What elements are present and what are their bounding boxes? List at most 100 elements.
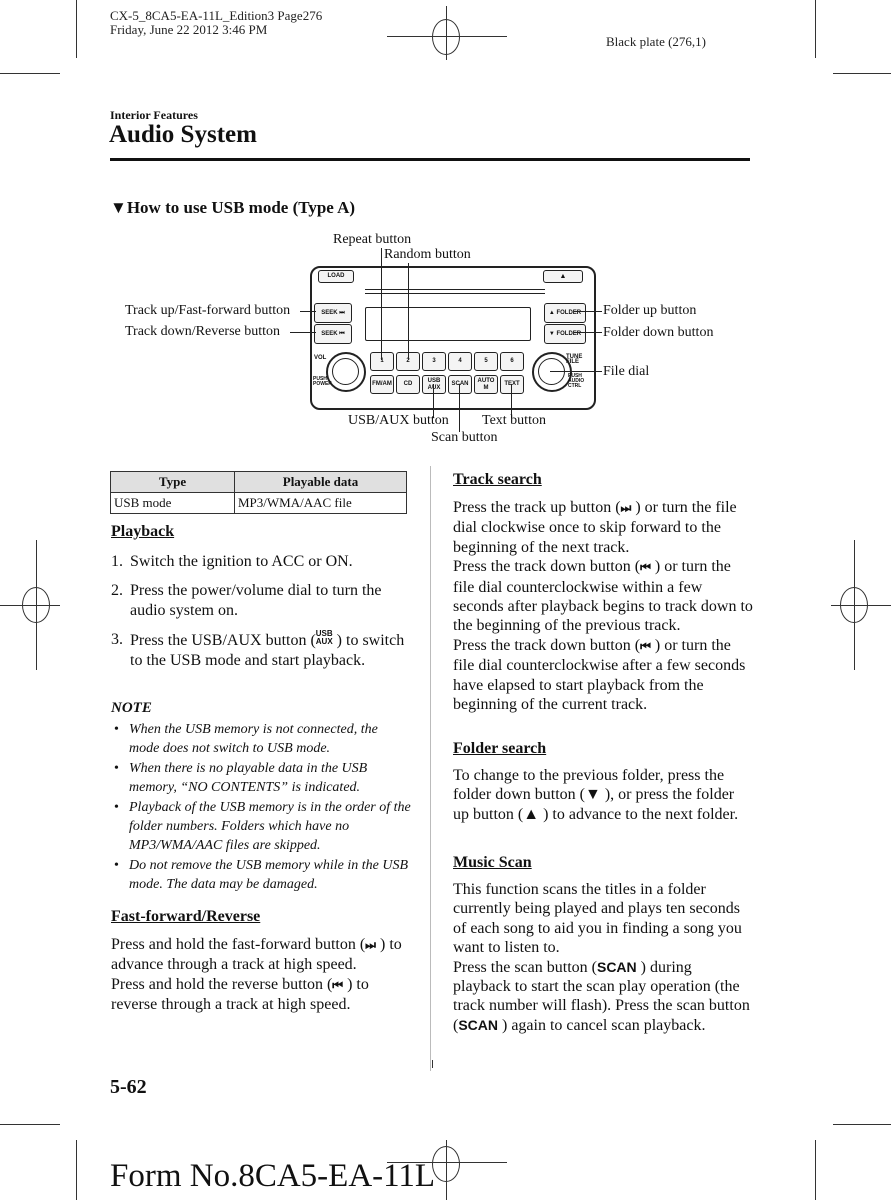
callout-track-up-button: Track up/Fast-forward button	[125, 303, 291, 318]
auto-m-button: AUTO M	[474, 375, 498, 394]
registration-mark	[840, 587, 868, 623]
registration-mark	[432, 1146, 460, 1182]
registration-mark	[432, 19, 460, 55]
registration-mark	[22, 587, 50, 623]
track-up-icon: ⏭	[365, 938, 376, 952]
form-number: Form No.8CA5-EA-11L	[110, 1158, 436, 1194]
usb-aux-icon: USB AUX	[315, 629, 333, 647]
crop-mark	[0, 73, 60, 74]
seek-down-button: SEEK ⏮	[314, 324, 352, 344]
table-header-playable-data: Playable data	[234, 471, 407, 493]
table-row: USB mode MP3/WMA/AAC file	[110, 492, 407, 514]
callout-usb-aux-button: USB/AUX button	[348, 413, 449, 428]
leader-line	[574, 311, 602, 312]
table-header-type: Type	[110, 471, 235, 493]
push-audio-ctrl-label: PUSH AUDIO CTRL	[568, 373, 585, 389]
track-down-icon: ⏮	[640, 638, 651, 653]
triangle-down-icon: ▼	[110, 198, 127, 217]
callout-folder-down-button: Folder down button	[603, 325, 714, 340]
callout-folder-up-button: Folder up button	[603, 303, 697, 318]
volume-dial	[326, 352, 366, 392]
eject-button: ▲	[543, 270, 583, 283]
folder-down-icon: ▼	[584, 786, 601, 804]
playback-steps: 1. Switch the ignition to ACC or ON. 2. Pr…	[111, 552, 411, 680]
leader-line	[381, 248, 382, 360]
table-cell-playable-data: MP3/WMA/AAC file	[234, 492, 407, 514]
track-search-text: Press the track up button (⏭ ) or turn t…	[453, 499, 753, 714]
cd-button: CD	[396, 375, 420, 394]
list-item: 1. Switch the ignition to ACC or ON.	[111, 553, 353, 570]
folder-up-icon: ▲	[523, 805, 540, 823]
crop-mark	[815, 1140, 816, 1200]
subsection-title: How to use USB mode (Type A)	[126, 198, 356, 217]
crop-mark	[76, 1140, 77, 1200]
note-item: • When there is no playable data in the U…	[114, 760, 368, 796]
callout-track-down-button: Track down/Reverse button	[125, 324, 281, 339]
crop-mark	[833, 1124, 891, 1125]
note-item: • When the USB memory is not connected, t…	[114, 722, 378, 757]
print-date-info: Friday, June 22 2012 3:46 PM	[110, 22, 268, 37]
playable-data-table: Type Playable data USB mode MP3/WMA/AAC …	[110, 471, 407, 514]
folder-down-button: ▼ FOLDER	[544, 324, 586, 344]
fast-forward-heading: Fast-forward/Reverse	[111, 908, 261, 925]
fast-forward-text: Press and hold the fast-forward button (…	[111, 936, 402, 1014]
music-scan-heading: Music Scan	[453, 854, 532, 871]
display-screen	[365, 307, 531, 341]
leader-line	[300, 311, 316, 312]
scan-button: SCAN	[448, 375, 472, 394]
crop-mark	[432, 1060, 433, 1068]
leader-line	[290, 332, 316, 333]
print-file-info: CX-5_8CA5-EA-11L_Edition3 Page276	[110, 8, 323, 23]
note-item: • Do not remove the USB memory while in t…	[114, 857, 409, 893]
crop-mark	[833, 73, 891, 74]
usb-aux-button: USB AUX	[422, 375, 446, 394]
preset-button-4: 4	[448, 352, 472, 371]
leader-line	[550, 371, 602, 372]
track-up-icon: ⏭	[620, 501, 632, 515]
scan-icon: SCAN	[596, 958, 637, 975]
text-button: TEXT	[500, 375, 524, 394]
track-down-icon: ⏮	[640, 560, 651, 575]
seek-up-button: SEEK ⏭	[314, 303, 352, 323]
column-divider	[430, 466, 431, 1071]
subsection-heading: ▼How to use USB mode (Type A)	[110, 198, 355, 218]
page-number: 5-62	[110, 1076, 147, 1098]
page-title: Audio System	[109, 121, 257, 148]
folder-up-button: ▲ FOLDER	[544, 303, 586, 323]
preset-button-5: 5	[474, 352, 498, 371]
preset-button-6: 6	[500, 352, 524, 371]
plate-info: Black plate (276,1)	[606, 34, 706, 49]
leader-line	[459, 384, 460, 432]
cd-slot	[365, 289, 545, 294]
note-heading: NOTE	[111, 700, 152, 716]
load-button: LOAD	[318, 270, 354, 283]
list-item: 3. Press the USB/AUX button (USB AUX ) to …	[111, 629, 405, 669]
callout-repeat-button: Repeat button	[333, 232, 412, 247]
list-item: 2. Press the power/volume dial to turn th…	[111, 582, 382, 619]
note-list: • When the USB memory is not connected, t…	[111, 720, 411, 895]
crop-mark	[0, 1124, 60, 1125]
callout-scan-button: Scan button	[431, 430, 498, 445]
crop-mark	[76, 0, 77, 58]
track-down-icon: ⏮	[332, 977, 344, 992]
table-header-row: Type Playable data	[110, 471, 407, 493]
folder-search-text: To change to the previous folder, press …	[453, 767, 739, 823]
preset-button-3: 3	[422, 352, 446, 371]
track-search-heading: Track search	[453, 471, 542, 488]
playback-heading: Playback	[111, 523, 175, 540]
fm-am-button: FM/AM	[370, 375, 394, 394]
callout-file-dial: File dial	[603, 364, 650, 379]
crop-mark	[815, 0, 816, 58]
callout-random-button: Random button	[384, 247, 471, 262]
folder-search-heading: Folder search	[453, 740, 547, 757]
scan-icon: SCAN	[458, 1016, 498, 1033]
note-item: • Playback of the USB memory is in the or…	[114, 799, 411, 854]
preset-button-1: 1	[370, 352, 394, 371]
title-rule	[110, 158, 750, 161]
push-power-label: PUSH POWER	[313, 376, 332, 387]
leader-line	[408, 263, 409, 360]
music-scan-text: This function scans the titles in a fold…	[453, 881, 750, 1034]
table-cell-type: USB mode	[110, 492, 235, 514]
leader-line	[574, 332, 602, 333]
callout-text-button: Text button	[482, 413, 546, 428]
